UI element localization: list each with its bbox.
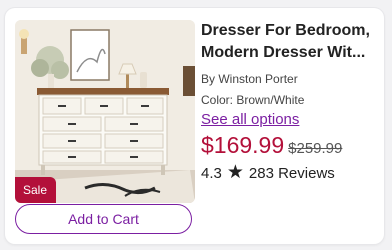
sale-price: $169.99 (201, 132, 285, 158)
brand-name: By Winston Porter (201, 72, 298, 86)
dresser-photo (15, 20, 195, 203)
star-icon: ★ (226, 162, 244, 183)
original-price: $259.99 (288, 140, 343, 157)
review-count[interactable]: 283 Reviews (249, 165, 335, 182)
product-image[interactable]: Sale (15, 20, 195, 203)
rating-row[interactable]: 4.3 ★ 283 Reviews (201, 162, 377, 183)
title-line-1: Dresser For Bedroom, (201, 22, 370, 39)
add-to-cart-button[interactable]: Add to Cart (15, 204, 192, 234)
sale-badge: Sale (15, 177, 57, 203)
product-info: Dresser For Bedroom, Modern Dresser Wit.… (201, 20, 377, 182)
color-label: Color: Brown/White (201, 93, 305, 107)
see-all-options-link[interactable]: See all options (201, 111, 299, 128)
product-title[interactable]: Dresser For Bedroom, Modern Dresser Wit.… (201, 20, 377, 64)
price-row: $169.99 $259.99 (201, 132, 377, 159)
title-line-2: Modern Dresser Wit... (201, 44, 366, 61)
rating-value: 4.3 (201, 164, 222, 182)
product-card[interactable]: Sale Dresser For Bedroom, Modern Dresser… (5, 8, 384, 244)
